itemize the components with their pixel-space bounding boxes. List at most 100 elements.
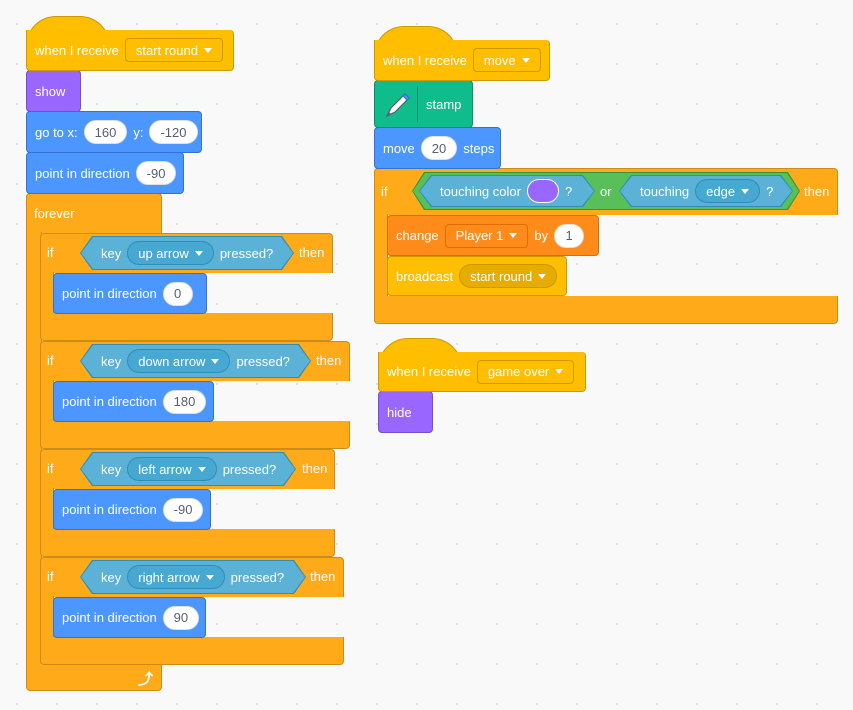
if-foot [40, 313, 333, 341]
point-label: point in direction [62, 502, 157, 517]
point-in-direction-block[interactable]: point in direction -90 [26, 152, 184, 194]
move-steps-block[interactable]: move 20 steps [374, 127, 501, 169]
direction-input[interactable]: -90 [162, 497, 204, 522]
chevron-down-icon [198, 467, 206, 472]
key-label: key [101, 245, 122, 261]
question-label: ? [766, 183, 774, 199]
touching-label: touching [640, 183, 690, 199]
chevron-down-icon [741, 189, 749, 194]
point-in-direction-block[interactable]: point in direction 0 [53, 273, 207, 314]
broadcast-value: start round [470, 268, 533, 284]
if-foot [40, 421, 350, 449]
chevron-down-icon [555, 369, 564, 374]
key-value: up arrow [138, 245, 189, 261]
point-label: point in direction [62, 394, 157, 409]
if-label: if [47, 353, 54, 368]
message-value: move [483, 52, 516, 68]
change-value-input[interactable]: 1 [554, 223, 585, 248]
question-label: ? [564, 183, 573, 199]
if-foot [40, 637, 344, 665]
key-label: key [101, 461, 122, 477]
broadcast-block[interactable]: broadcast start round [387, 256, 567, 296]
key-pressed-reporter[interactable]: key down arrow pressed? [81, 345, 310, 377]
key-pressed-reporter[interactable]: key up arrow pressed? [81, 237, 293, 269]
hat-label: when I receive [387, 364, 471, 379]
hide-block[interactable]: hide [378, 391, 433, 433]
change-variable-block[interactable]: change Player 1 by 1 [387, 215, 599, 256]
pressed-label: pressed? [236, 353, 290, 369]
if-label: if [47, 461, 54, 476]
when-i-receive-hat[interactable]: when I receive move [374, 40, 550, 81]
key-dropdown[interactable]: up arrow [127, 241, 214, 265]
y-input[interactable]: -120 [149, 120, 198, 144]
by-label: by [534, 228, 549, 243]
key-dropdown[interactable]: right arrow [127, 565, 224, 589]
pressed-label: pressed? [230, 569, 285, 585]
chevron-down-icon [509, 233, 518, 238]
then-label: then [302, 461, 328, 476]
broadcast-dropdown[interactable]: start round [459, 264, 558, 288]
key-label: key [101, 569, 122, 585]
stamp-label: stamp [426, 96, 462, 112]
touching-value: edge [706, 183, 736, 199]
key-dropdown[interactable]: left arrow [127, 457, 216, 481]
steps-input[interactable]: 20 [420, 136, 458, 160]
variable-value: Player 1 [455, 228, 504, 243]
message-dropdown[interactable]: game over [476, 359, 575, 384]
message-value: start round [135, 42, 198, 58]
key-dropdown[interactable]: down arrow [127, 349, 230, 373]
hat-label: when I receive [35, 42, 119, 58]
direction-input[interactable]: 90 [162, 605, 200, 630]
show-label: show [35, 83, 66, 99]
forever-label: forever [34, 205, 75, 221]
when-i-receive-hat[interactable]: when I receive game over [378, 352, 586, 392]
if-foot [374, 296, 838, 324]
chevron-down-icon [195, 251, 203, 256]
chevron-down-icon [206, 575, 214, 580]
message-value: game over [487, 364, 550, 379]
variable-dropdown[interactable]: Player 1 [444, 223, 529, 248]
when-i-receive-hat[interactable]: when I receive start round [26, 30, 234, 71]
goto-x-label: go to x: [35, 124, 78, 140]
key-value: down arrow [138, 353, 206, 369]
color-swatch[interactable] [527, 179, 559, 203]
if-arm [40, 596, 54, 638]
direction-input[interactable]: 180 [162, 389, 207, 414]
if-label: if [47, 569, 54, 584]
if-label: if [47, 245, 54, 260]
key-value: left arrow [138, 461, 192, 477]
then-label: then [804, 184, 830, 199]
touching-dropdown[interactable]: edge [695, 179, 760, 203]
point-in-direction-block[interactable]: point in direction -90 [53, 489, 211, 530]
point-in-direction-block[interactable]: point in direction 180 [53, 381, 214, 422]
touching-reporter[interactable]: touching edge ? [620, 176, 792, 206]
touching-color-reporter[interactable]: touching color ? [420, 176, 594, 206]
touching-color-label: touching color [440, 183, 521, 199]
x-input[interactable]: 160 [83, 120, 128, 144]
if-label: if [381, 184, 388, 199]
message-dropdown[interactable]: start round [124, 38, 223, 62]
chevron-down-icon [203, 47, 212, 53]
key-label: key [101, 353, 122, 369]
or-label: or [600, 184, 612, 199]
then-label: then [299, 245, 325, 260]
point-in-direction-block[interactable]: point in direction 90 [53, 597, 206, 638]
hide-label: hide [387, 404, 412, 420]
key-value: right arrow [138, 569, 200, 585]
chevron-down-icon [521, 57, 530, 63]
direction-input[interactable]: -90 [135, 161, 177, 185]
show-block[interactable]: show [26, 70, 81, 112]
stamp-block[interactable]: stamp [374, 80, 473, 128]
forever-label-wrap: forever [26, 193, 74, 233]
message-dropdown[interactable]: move [472, 48, 541, 72]
go-to-xy-block[interactable]: go to x: 160 y: -120 [26, 111, 202, 153]
pen-icon [381, 86, 418, 122]
point-label: point in direction [35, 165, 130, 181]
pressed-label: pressed? [219, 245, 274, 261]
key-pressed-reporter[interactable]: key left arrow pressed? [81, 453, 295, 485]
direction-input[interactable]: 0 [162, 281, 193, 306]
if-arm [40, 380, 54, 422]
key-pressed-reporter[interactable]: key right arrow pressed? [81, 561, 305, 593]
then-label: then [316, 353, 342, 368]
if-arm [374, 214, 388, 297]
